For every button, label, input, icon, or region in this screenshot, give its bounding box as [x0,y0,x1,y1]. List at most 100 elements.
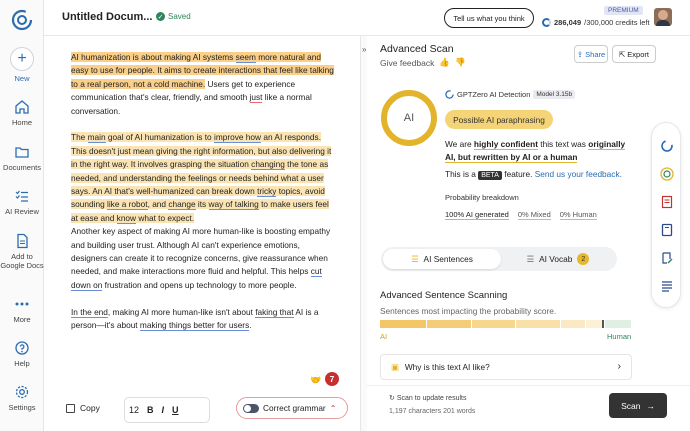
sidebar-item-label: Settings [8,403,36,412]
gptzero-tool-icon[interactable] [660,139,674,153]
flagged-word[interactable]: In the end [71,306,108,318]
bar-segment[interactable] [516,320,561,328]
document-tool-icon[interactable] [660,195,674,209]
scan-panel: Advanced Scan Give feedback 👍 👎 ⇪ Share ⇱… [367,36,690,431]
saved-status: ✓ Saved [156,12,191,21]
collapse-panel-icon[interactable]: » [362,45,366,54]
lightbulb-icon: ▣ [391,362,399,372]
book-tool-icon[interactable] [660,223,674,237]
flagged-word[interactable]: change [168,199,196,211]
give-feedback: Give feedback 👍 👎 [380,57,466,68]
sidebar-item-home[interactable]: Home [0,99,44,127]
credits-used: 286,049 [554,18,582,27]
copy-icon [66,403,75,413]
handshake-icon[interactable]: 🤝 [310,375,321,386]
flagged-word[interactable]: making things better for users [139,320,250,332]
check-icon: ✓ [156,12,165,21]
sidebar-item-more[interactable]: More [0,296,44,324]
document-text[interactable]: AI humanization is about making AI syste… [71,51,337,346]
verdict-description: We are highly confident this text was or… [445,138,635,163]
highlighted-sentence[interactable]: AI humanization is about making AI syste… [71,52,236,62]
confidence-level: highly confident [473,139,538,150]
sidebar-item-google-docs[interactable]: Add to Google Docs [0,233,44,270]
why-ai-accordion[interactable]: ▣ Why is this text AI like? › [380,354,632,380]
scan-button[interactable]: Scan → [609,393,667,418]
flagged-word[interactable]: improve how [213,132,262,144]
detector-name: GPTZero AI Detection [457,90,531,99]
model-badge: Model 3.15b [533,90,576,99]
chevron-right-icon: › [617,361,621,372]
vocab-count-badge: 2 [577,253,590,265]
suggestion-count-badge[interactable]: 7 [324,371,340,387]
sentence: . [249,320,252,331]
paragraph: AI humanization is about making AI syste… [71,51,337,118]
feedback-link[interactable]: Send us your feedback. [535,169,622,179]
gear-icon [15,385,29,399]
doc-title[interactable]: Untitled Docum... [62,11,152,23]
sidebar-item-new[interactable]: + New [0,47,44,83]
edit-tool-icon[interactable] [660,251,674,265]
avatar[interactable] [654,8,672,26]
thumbs-down-icon[interactable]: 👎 [455,57,466,68]
sentence: its [195,199,209,210]
gptzero-icon [445,90,454,99]
bar-segment[interactable] [471,320,516,328]
tab-ai-sentences[interactable]: ☰ AI Sentences [383,249,501,269]
list-tool-icon[interactable] [660,279,674,293]
editor-toolbar: Copy 12 B I U Correct grammar ⌃ [44,392,360,431]
tab-ai-vocab[interactable]: ☰ AI Vocab 2 [499,249,617,269]
bar-segment[interactable] [426,320,471,328]
copy-button[interactable]: Copy [66,403,100,413]
scan-update-notice: ↻ Scan to update results [389,395,467,402]
sentence: Another key aspect of making AI more hum… [71,226,331,277]
ai-check-tool-icon[interactable] [660,167,674,181]
sidebar-item-label: AI Review [5,207,39,216]
flagged-word[interactable]: changing [251,159,285,171]
flagged-word[interactable]: like a robot [106,199,148,211]
flagged-word[interactable]: faking that [255,306,294,318]
probability-breakdown: 100% AI generated 0% Mixed 0% Human [445,210,597,220]
share-button[interactable]: ⇪ Share [574,45,608,63]
export-label: Export [627,49,649,59]
bar-segment[interactable] [561,320,586,328]
correct-grammar-toggle[interactable]: Correct grammar ⌃ [236,397,348,419]
feedback-button[interactable]: Tell us what you think [444,8,534,28]
google-docs-icon [17,233,28,249]
credits-ring-icon [542,18,551,27]
plus-icon: + [10,47,34,71]
sidebar-item-documents[interactable]: Documents [0,144,44,172]
sidebar-item-label: More [13,315,31,324]
sidebar-item-help[interactable]: Help [0,340,44,368]
help-icon [15,341,29,355]
editor[interactable]: AI humanization is about making AI syste… [44,36,360,431]
italic-button[interactable]: I [162,405,165,415]
scan-label: Scan [621,400,641,411]
sidebar-item-ai-review[interactable]: AI Review [0,188,44,216]
panel-divider[interactable] [360,36,367,431]
flagged-word[interactable]: just [249,92,263,104]
flagged-word[interactable]: way of talking [208,199,259,211]
scan-result: AI GPTZero AI Detection Model 3.15b Poss… [367,76,635,276]
underline-button[interactable]: U [172,405,179,415]
bar-segment[interactable] [380,320,426,328]
export-button[interactable]: ⇱ Export [612,45,656,63]
gptzero-logo-icon[interactable] [11,9,33,31]
top-bar: Untitled Docum... ✓ Saved Tell us what y… [44,0,690,36]
thumbs-up-icon[interactable]: 👍 [439,57,450,68]
flagged-word[interactable]: tricky [257,186,277,198]
sidebar-item-settings[interactable]: Settings [0,384,44,412]
font-size-select[interactable]: 12 [129,405,139,415]
bar-marker [586,320,605,328]
sidebar-item-label: Documents [3,163,41,172]
flagged-word[interactable]: main [87,132,106,144]
sidebar-item-label: Home [11,118,32,127]
paragraph: Another key aspect of making AI more hum… [71,225,337,292]
flagged-word[interactable]: seem [235,52,256,63]
bold-button[interactable]: B [147,405,154,415]
share-icon: ⇪ [576,49,584,59]
flagged-word[interactable]: know [116,212,137,224]
bar-segment[interactable] [605,320,631,328]
toggle-switch[interactable] [243,403,259,413]
home-icon [15,100,29,114]
lines-icon: ☰ [526,254,535,264]
